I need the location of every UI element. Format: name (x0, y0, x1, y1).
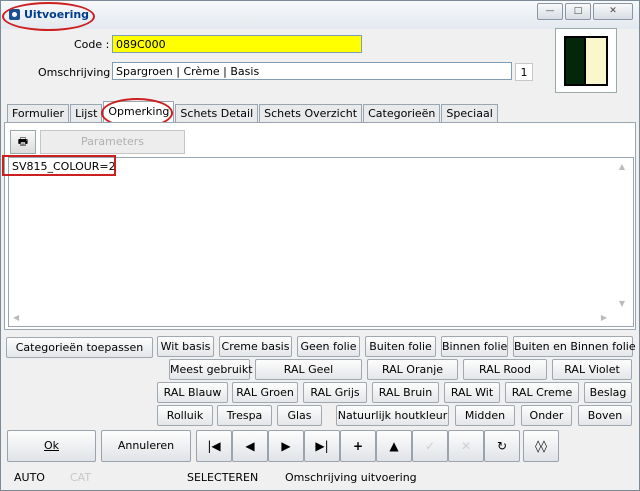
refresh-icon[interactable]: ↻ (484, 430, 520, 462)
category-button[interactable]: Trespa (217, 405, 272, 426)
close-button[interactable]: ✕ (593, 3, 633, 20)
scroll-left-icon[interactable]: ◀ (13, 313, 19, 322)
cancel-edit-icon: ✕ (448, 430, 484, 462)
scroll-right-icon[interactable]: ▶ (601, 313, 607, 322)
tab-categorieen[interactable]: Categorieën (363, 104, 441, 122)
last-record-icon[interactable]: ▶| (304, 430, 340, 462)
parameters-button[interactable]: Parameters (40, 130, 185, 154)
category-button[interactable]: RAL Groen (232, 382, 298, 403)
category-button[interactable]: RAL Wit (444, 382, 500, 403)
first-record-icon[interactable]: |◀ (196, 430, 232, 462)
memo-textarea[interactable]: SV815_COLOUR=2 ▲ ▼ ◀ ▶ (8, 157, 634, 327)
category-button[interactable]: RAL Geel (255, 359, 362, 380)
confirm-icon: ✓ (412, 430, 448, 462)
tab-formulier[interactable]: Formulier (7, 104, 70, 122)
status-cat: CAT (70, 471, 92, 484)
title-annotation-circle (2, 2, 95, 31)
category-button[interactable]: RAL Violet (552, 359, 632, 380)
category-button[interactable]: Beslag (584, 382, 632, 403)
category-button[interactable]: Geen folie (297, 336, 360, 357)
tab-lijst[interactable]: Lijst (70, 104, 103, 122)
ok-button[interactable]: Ok (7, 430, 96, 462)
status-mode: AUTO (14, 471, 45, 484)
scroll-down-icon[interactable]: ▼ (619, 299, 625, 308)
category-button[interactable]: Binnen folie (441, 336, 508, 357)
category-button[interactable]: Wit basis (157, 336, 214, 357)
previous-record-icon[interactable]: ◀ (232, 430, 268, 462)
printer-icon[interactable]: 🖶 (10, 130, 36, 154)
category-button[interactable]: Boven (578, 405, 632, 426)
apply-categories-button[interactable]: Categorieën toepassen (6, 337, 153, 358)
status-hint: Omschrijving uitvoering (285, 471, 417, 484)
category-button[interactable]: Glas (277, 405, 322, 426)
category-button[interactable]: Midden (455, 405, 515, 426)
color-preview (555, 28, 617, 93)
category-button[interactable]: Meest gebruikt (169, 359, 253, 380)
category-button[interactable]: RAL Creme (505, 382, 579, 403)
cancel-button[interactable]: Annuleren (101, 430, 191, 462)
memo-annotation-box (2, 155, 116, 176)
category-button[interactable]: RAL Oranje (367, 359, 458, 380)
category-button[interactable]: Natuurlijk houtkleur (336, 405, 449, 426)
category-button[interactable]: Buiten en Binnen folie (513, 336, 636, 357)
omschrijving-counter: 1 (515, 63, 533, 81)
category-button[interactable]: RAL Bruin (372, 382, 439, 403)
up-icon[interactable]: ▲ (376, 430, 412, 462)
green-swatch (564, 36, 586, 86)
tab-schets-overzicht[interactable]: Schets Overzicht (259, 104, 363, 122)
minimize-button[interactable]: — (537, 3, 563, 20)
category-button[interactable]: RAL Blauw (157, 382, 228, 403)
creme-swatch (584, 36, 608, 86)
tab-bar: Formulier Lijst Opmerking Schets Detail … (7, 101, 499, 122)
category-button[interactable]: Creme basis (219, 336, 292, 357)
omschrijving-field[interactable]: Spargroen | Crème | Basis (112, 62, 512, 80)
binoculars-icon[interactable]: ◊◊ (523, 430, 559, 462)
status-state: SELECTEREN (187, 471, 259, 484)
omschrijving-label: Omschrijving : (38, 66, 118, 79)
code-field[interactable]: 089C000 (112, 35, 362, 53)
tab-schets-detail[interactable]: Schets Detail (175, 104, 259, 122)
next-record-icon[interactable]: ▶ (268, 430, 304, 462)
category-button[interactable]: Buiten folie (365, 336, 436, 357)
category-button[interactable]: Onder (521, 405, 572, 426)
title-bar: Uitvoering — □ ✕ (1, 1, 639, 29)
tab-speciaal[interactable]: Speciaal (441, 104, 498, 122)
add-record-icon[interactable]: + (340, 430, 376, 462)
category-button[interactable]: Rolluik (157, 405, 213, 426)
category-button[interactable]: RAL Grijs (303, 382, 367, 403)
category-button[interactable]: RAL Rood (463, 359, 547, 380)
code-label: Code : (74, 38, 110, 51)
maximize-button[interactable]: □ (565, 3, 591, 20)
scroll-up-icon[interactable]: ▲ (619, 162, 625, 171)
